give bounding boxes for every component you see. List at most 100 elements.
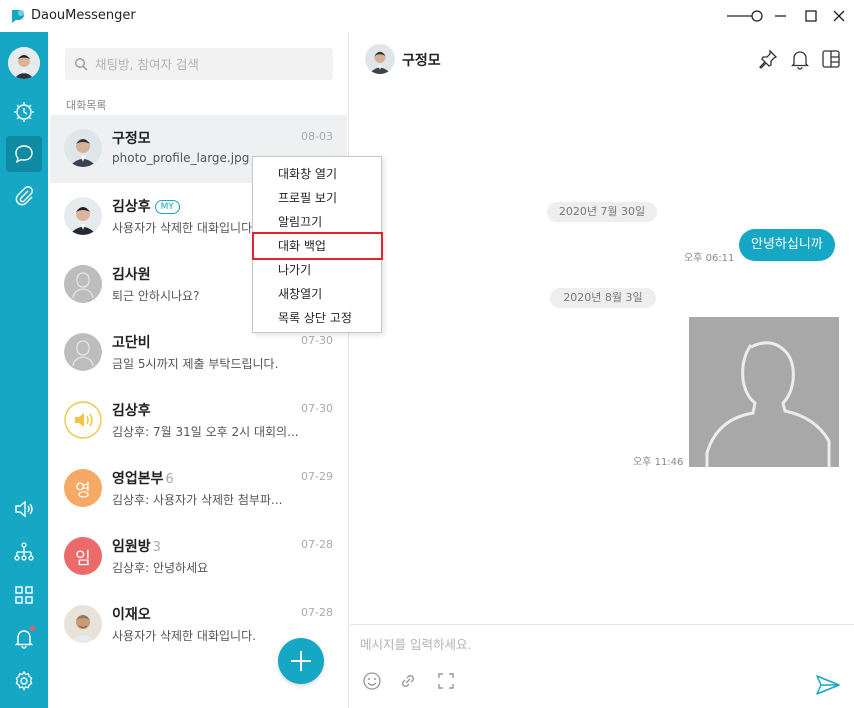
member-count: 6	[165, 472, 174, 487]
gear-icon	[15, 670, 33, 691]
search-input[interactable]	[95, 48, 325, 80]
conversation-name-text: 영업본부	[112, 471, 164, 487]
conversation-preview: 김상후: 7월 31일 오후 2시 대회의...	[112, 425, 299, 439]
message-input[interactable]	[360, 629, 800, 659]
notification-dot	[30, 626, 35, 631]
apps-grid-icon	[15, 586, 33, 604]
avatar	[64, 333, 102, 371]
avatar[interactable]	[365, 44, 395, 74]
app-title: DaouMessenger	[31, 8, 136, 23]
menu-item-mute[interactable]: 알림끄기	[253, 210, 381, 234]
section-label: 대화목록	[66, 99, 107, 112]
clip-icon	[15, 186, 33, 206]
clock-icon	[14, 102, 34, 122]
avatar	[64, 197, 102, 235]
conversation-name: 구정모	[112, 131, 151, 147]
conversation-preview: 김상후: 안녕하세요	[112, 561, 209, 575]
bell-icon[interactable]	[789, 48, 811, 70]
rail-timeline[interactable]	[6, 94, 42, 130]
conversation-date: 07-29	[301, 470, 333, 483]
capture-icon[interactable]	[435, 670, 457, 692]
conversation-date: 07-30	[301, 334, 333, 347]
person-photo-icon	[8, 47, 40, 79]
my-badge: MY	[154, 200, 180, 214]
person-photo-icon	[365, 44, 395, 74]
conversation-name: 고단비	[112, 335, 151, 351]
avatar	[64, 265, 102, 303]
link-icon[interactable]	[397, 670, 419, 692]
default-profile-icon	[64, 265, 102, 303]
image-message[interactable]	[689, 317, 839, 467]
app-logo-icon	[12, 10, 24, 23]
rail-notice[interactable]	[6, 491, 42, 527]
pin-icon[interactable]	[757, 48, 779, 70]
message-bubble[interactable]: 안녕하십니까	[739, 229, 835, 261]
conversation-name: 김상후	[112, 403, 151, 419]
message-time: 오후 06:11	[684, 253, 735, 264]
profile-avatar[interactable]	[8, 47, 40, 79]
default-profile-image-icon	[689, 317, 839, 467]
date-divider: 2020년 8월 3일	[550, 288, 656, 308]
panel-icon[interactable]	[820, 48, 842, 70]
person-photo-icon	[64, 605, 102, 643]
chat-icon	[15, 145, 33, 164]
conversation-name-text: 김상후	[112, 199, 151, 215]
avatar	[64, 401, 102, 439]
conversation-date: 07-30	[301, 402, 333, 415]
conversation-date: 07-28	[301, 606, 333, 619]
messenger-window: DaouMessenger 채팅방, 참여자 검색 대화목록 구정모 photo…	[0, 0, 854, 708]
rail-apps[interactable]	[6, 577, 42, 613]
avatar	[64, 129, 102, 167]
person-photo-icon	[64, 129, 102, 167]
message-time: 오후 11:46	[633, 457, 684, 468]
rail-organization[interactable]	[6, 534, 42, 570]
rail-chat[interactable]	[6, 136, 42, 172]
conversation-preview: 김상후: 사용자가 삭제한 첨부파...	[112, 493, 283, 507]
chat-area: 구정모 2020년 7월 30일 오후 06:11 안녕하십니까 2020년 8…	[350, 32, 854, 708]
conversation-preview: 사용자가 삭제한 대화입니다.	[112, 629, 256, 643]
conversation-name: 이재오	[112, 607, 151, 623]
conversation-name-text: 임원방	[112, 539, 151, 555]
menu-item-pin-top[interactable]: 목록 상단 고정	[253, 306, 381, 330]
list-item[interactable]: 임 임원방 3 김상후: 안녕하세요 07-28	[50, 523, 347, 591]
avatar	[64, 605, 102, 643]
search-icon	[74, 57, 88, 71]
menu-item-open-chat[interactable]: 대화창 열기	[253, 162, 381, 186]
member-count: 3	[152, 540, 161, 555]
conversation-date: 07-28	[301, 538, 333, 551]
left-rail	[0, 32, 48, 708]
message-composer	[350, 624, 854, 708]
maximize-button[interactable]	[800, 6, 822, 26]
conversation-date: 08-03	[301, 130, 333, 143]
list-item[interactable]: 김상후 김상후: 7월 31일 오후 2시 대회의... 07-30	[50, 387, 347, 455]
close-button[interactable]	[828, 6, 850, 26]
emoji-icon[interactable]	[361, 670, 383, 692]
opacity-slider[interactable]	[726, 9, 766, 23]
org-chart-icon	[14, 542, 34, 561]
context-menu: 대화창 열기 프로필 보기 알림끄기 대화 백업 나가기 새창열기 목록 상단 …	[252, 156, 383, 333]
menu-item-backup[interactable]: 대화 백업	[252, 232, 383, 260]
conversation-name: 김사원	[112, 267, 151, 283]
send-icon[interactable]	[815, 673, 841, 697]
avatar: 영	[64, 469, 102, 507]
rail-notifications[interactable]	[6, 620, 42, 656]
speaker-icon	[15, 500, 33, 518]
rail-files[interactable]	[6, 178, 42, 214]
announcement-speaker-icon	[64, 401, 102, 439]
menu-item-new-window[interactable]: 새창열기	[253, 282, 381, 306]
minimize-button[interactable]	[770, 6, 792, 26]
conversation-name: 영업본부 6	[112, 468, 174, 488]
default-profile-icon	[64, 333, 102, 371]
conversation-name: 김상후 MY	[112, 196, 180, 216]
date-divider: 2020년 7월 30일	[547, 202, 657, 222]
title-bar: DaouMessenger	[0, 0, 854, 32]
menu-item-view-profile[interactable]: 프로필 보기	[253, 186, 381, 210]
person-photo-icon	[64, 197, 102, 235]
chat-list-panel: 대화목록 구정모 photo_profile_large.jpg 08-03	[48, 32, 349, 708]
conversation-preview: 금일 5시까지 제출 부탁드립니다.	[112, 357, 279, 371]
new-chat-button[interactable]	[278, 638, 324, 684]
rail-settings[interactable]	[6, 663, 42, 699]
chat-title: 구정모	[402, 53, 441, 69]
menu-item-leave[interactable]: 나가기	[253, 258, 381, 282]
list-item[interactable]: 영 영업본부 6 김상후: 사용자가 삭제한 첨부파... 07-29	[50, 455, 347, 523]
